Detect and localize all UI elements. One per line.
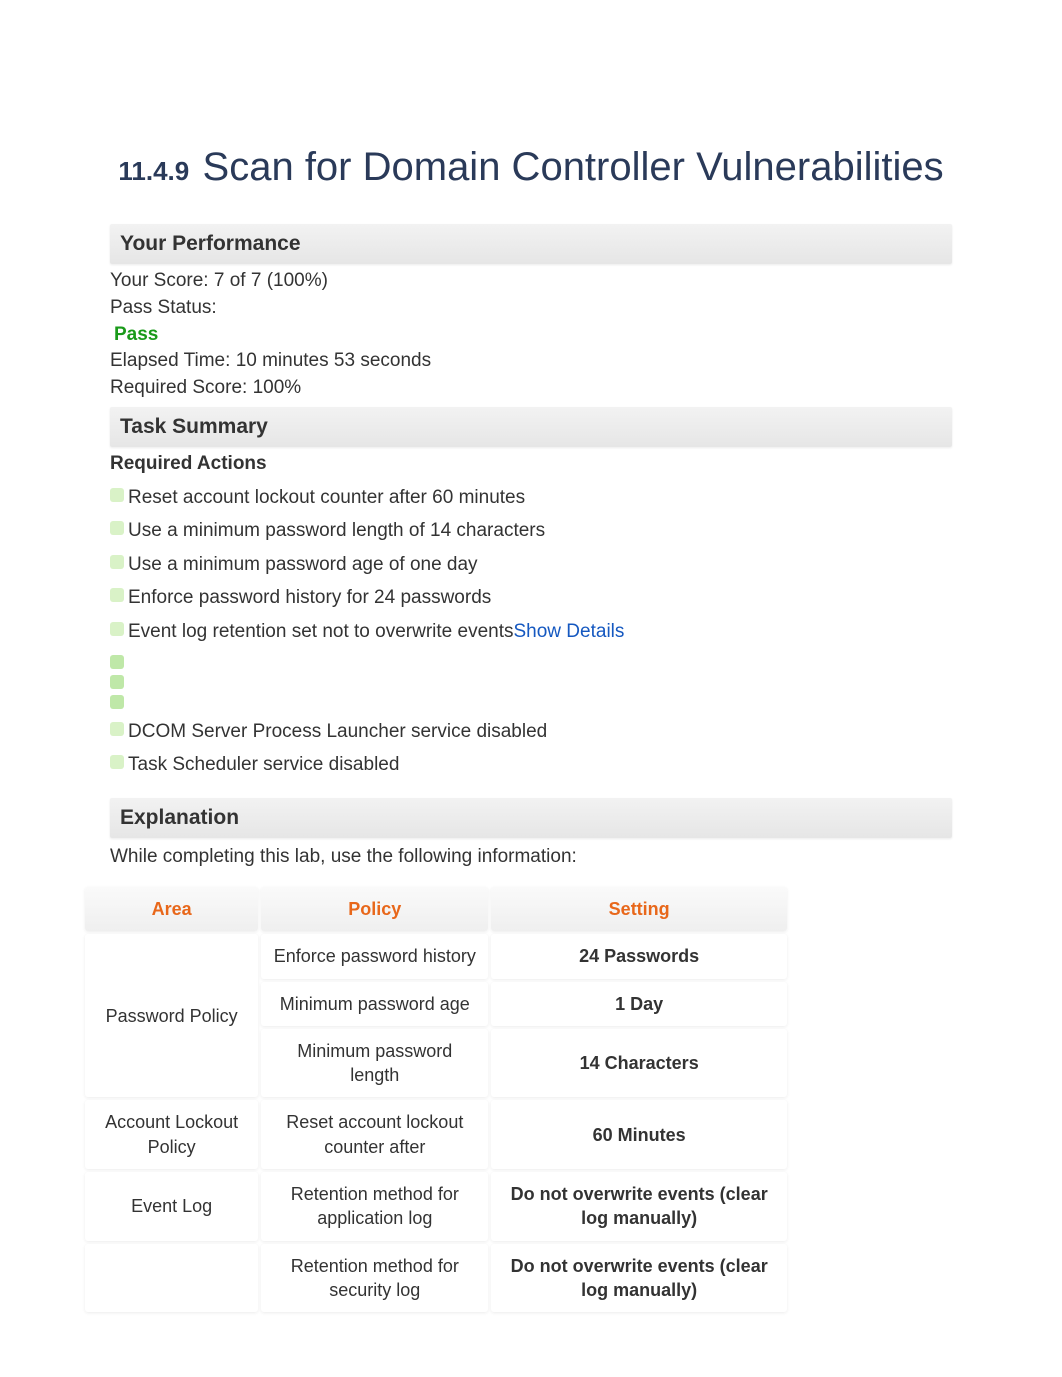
col-area-header: Area bbox=[85, 887, 258, 931]
action-item: DCOM Server Process Launcher service dis… bbox=[110, 715, 952, 749]
policy-cell: Reset account lockout counter after bbox=[261, 1100, 488, 1169]
action-text: Event log retention set not to overwrite… bbox=[128, 621, 514, 642]
check-icon bbox=[110, 655, 124, 669]
check-icon bbox=[110, 675, 124, 689]
policy-cell: Enforce password history bbox=[261, 934, 488, 978]
pass-status-value: Pass bbox=[110, 324, 158, 345]
setting-cell: Do not overwrite events (clear log manua… bbox=[491, 1172, 787, 1241]
policy-cell: Minimum password age bbox=[261, 982, 488, 1026]
policy-cell: Minimum password length bbox=[261, 1029, 488, 1098]
action-item: Use a minimum password length of 14 char… bbox=[110, 514, 952, 548]
action-text: Task Scheduler service disabled bbox=[128, 754, 399, 775]
explanation-intro: While completing this lab, use the follo… bbox=[110, 844, 952, 870]
check-icon bbox=[110, 722, 124, 736]
action-text: DCOM Server Process Launcher service dis… bbox=[128, 721, 547, 742]
action-text: Use a minimum password length of 14 char… bbox=[128, 520, 545, 541]
explanation-header: Explanation bbox=[110, 798, 952, 838]
col-policy-header: Policy bbox=[261, 887, 488, 931]
score-value: 7 of 7 (100%) bbox=[214, 270, 328, 291]
title-text: Scan for Domain Controller Vulnerabiliti… bbox=[203, 145, 944, 189]
area-cell: Account Lockout Policy bbox=[85, 1100, 258, 1169]
action-item: Reset account lockout counter after 60 m… bbox=[110, 481, 952, 515]
setting-cell: 60 Minutes bbox=[491, 1100, 787, 1169]
setting-cell: Do not overwrite events (clear log manua… bbox=[491, 1244, 787, 1313]
required-actions-list-cont: DCOM Server Process Launcher service dis… bbox=[110, 715, 952, 782]
check-icon bbox=[110, 588, 124, 602]
expanded-checks bbox=[110, 655, 952, 709]
elapsed-value: 10 minutes 53 seconds bbox=[236, 350, 431, 371]
action-item: Task Scheduler service disabled bbox=[110, 748, 952, 782]
check-icon bbox=[110, 521, 124, 535]
pass-status-label: Pass Status: bbox=[110, 297, 217, 318]
required-actions-subhead: Required Actions bbox=[110, 451, 952, 477]
check-icon bbox=[110, 488, 124, 502]
policy-table: Area Policy Setting Password Policy Enfo… bbox=[82, 884, 790, 1315]
check-icon bbox=[110, 555, 124, 569]
required-actions-list: Reset account lockout counter after 60 m… bbox=[110, 481, 952, 649]
policy-cell: Retention method for application log bbox=[261, 1172, 488, 1241]
table-row: Password Policy Enforce password history… bbox=[85, 934, 787, 978]
policy-cell: Retention method for security log bbox=[261, 1244, 488, 1313]
check-icon bbox=[110, 622, 124, 636]
setting-cell: 14 Characters bbox=[491, 1029, 787, 1098]
table-row: Event Log Retention method for applicati… bbox=[85, 1172, 787, 1241]
col-setting-header: Setting bbox=[491, 887, 787, 931]
check-icon bbox=[110, 695, 124, 709]
action-text: Enforce password history for 24 password… bbox=[128, 587, 491, 608]
check-icon bbox=[110, 755, 124, 769]
performance-block: Your Score: 7 of 7 (100%) Pass Status: P… bbox=[110, 268, 952, 400]
table-row: Retention method for security log Do not… bbox=[85, 1244, 787, 1313]
show-details-link[interactable]: Show Details bbox=[514, 621, 625, 642]
page-title: 11.4.9 Scan for Domain Controller Vulner… bbox=[110, 140, 952, 194]
setting-cell: 1 Day bbox=[491, 982, 787, 1026]
action-item: Use a minimum password age of one day bbox=[110, 548, 952, 582]
area-cell: Event Log bbox=[85, 1172, 258, 1241]
table-row: Account Lockout Policy Reset account loc… bbox=[85, 1100, 787, 1169]
task-summary-header: Task Summary bbox=[110, 407, 952, 447]
performance-header: Your Performance bbox=[110, 224, 952, 264]
action-text: Reset account lockout counter after 60 m… bbox=[128, 487, 525, 508]
setting-cell: 24 Passwords bbox=[491, 934, 787, 978]
required-score-label: Required Score: bbox=[110, 377, 247, 398]
action-item: Event log retention set not to overwrite… bbox=[110, 615, 952, 649]
action-item: Enforce password history for 24 password… bbox=[110, 581, 952, 615]
area-cell: Password Policy bbox=[85, 934, 258, 1097]
elapsed-label: Elapsed Time: bbox=[110, 350, 230, 371]
area-cell bbox=[85, 1244, 258, 1313]
action-text: Use a minimum password age of one day bbox=[128, 554, 478, 575]
required-score-value: 100% bbox=[253, 377, 302, 398]
score-label: Your Score: bbox=[110, 270, 209, 291]
title-number: 11.4.9 bbox=[118, 156, 189, 186]
